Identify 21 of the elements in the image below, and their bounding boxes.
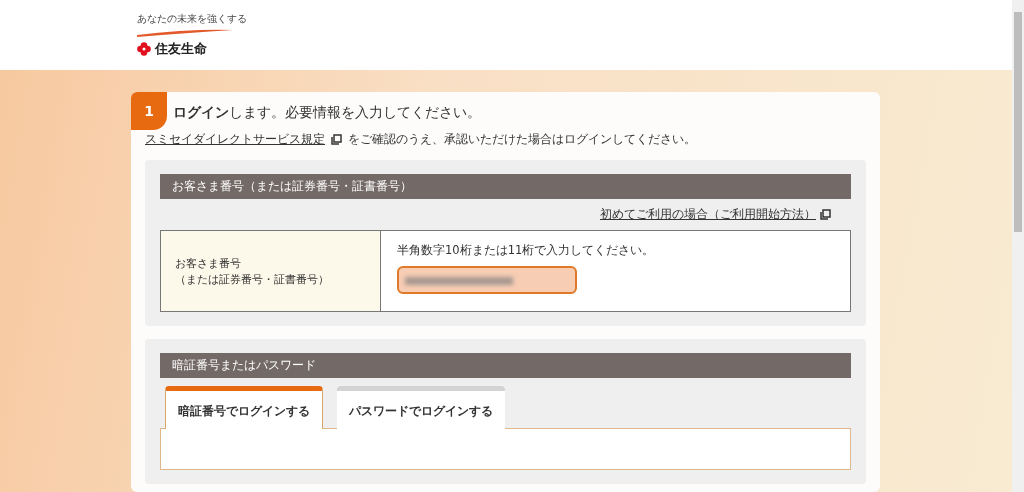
external-link-icon [820, 209, 831, 220]
terms-link[interactable]: スミセイダイレクトサービス規定 [145, 132, 325, 147]
field-label-note: （または証券番号・証書番号） [175, 272, 330, 287]
external-link-icon [331, 134, 342, 145]
scrollbar-thumb[interactable] [1014, 12, 1022, 232]
step-badge: 1 [131, 92, 167, 130]
input-hint: 半角数字10桁または11桁で入力してください。 [397, 243, 655, 258]
step-title: ログイン します。必要情報を入力してください。 [173, 104, 481, 120]
section-heading: 暗証番号またはパスワード [160, 353, 851, 378]
login-tab[interactable]: 暗証番号でログインする [165, 386, 323, 429]
login-tab[interactable]: パスワードでログインする [337, 386, 505, 429]
scrollbar[interactable] [1012, 0, 1024, 492]
field-label: お客さま番号 [175, 256, 242, 271]
logo-name: 住友生命 [155, 40, 207, 58]
terms-text: をご確認のうえ、承認いただけた場合はログインしてください。 [348, 132, 696, 147]
logo-tagline: あなたの未来を強くする [137, 12, 247, 26]
input-field[interactable] [397, 266, 577, 294]
blurred-value-icon [405, 276, 515, 286]
help-link[interactable]: 初めてご利用の場合（ご利用開始方法） [600, 207, 816, 222]
flower-icon [137, 42, 151, 56]
section-heading: お客さま番号（または証券番号・証書番号） [160, 174, 851, 199]
